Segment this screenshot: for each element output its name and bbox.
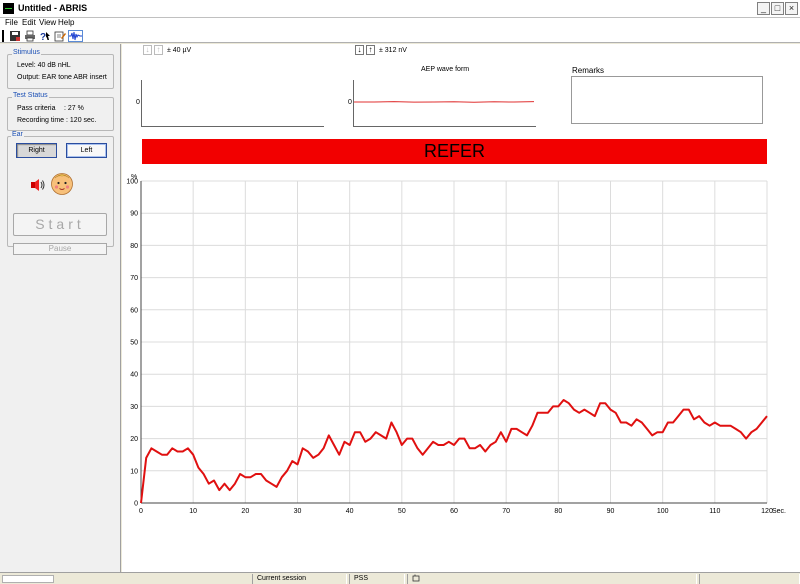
menu-view[interactable]: View bbox=[39, 18, 56, 27]
print-icon[interactable] bbox=[24, 30, 36, 42]
stimulus-group: Stimulus Level: 40 dB nHL Output: EAR to… bbox=[7, 49, 114, 89]
x-tick-label: 0 bbox=[139, 508, 143, 514]
y-tick-label: 60 bbox=[130, 307, 138, 314]
ear-title: Ear bbox=[11, 131, 24, 138]
status-progress bbox=[2, 575, 54, 583]
x-tick-label: 20 bbox=[241, 508, 249, 514]
result-banner: REFER bbox=[142, 139, 767, 164]
y-tick-label: 80 bbox=[130, 243, 138, 250]
x-tick-label: 60 bbox=[450, 508, 458, 514]
scale-up-arrow-left[interactable]: ↑ bbox=[154, 45, 163, 55]
y-tick-label: 70 bbox=[130, 275, 138, 282]
aep-scale: ± 312 nV bbox=[379, 47, 407, 54]
x-axis-label: Sec. bbox=[772, 508, 786, 514]
test-status-group: Test Status Pass criteria : 27 % Recordi… bbox=[7, 92, 114, 131]
save-icon[interactable] bbox=[9, 30, 21, 42]
eeg-axis-y bbox=[141, 80, 142, 127]
scale-down-arrow[interactable]: ↓ bbox=[355, 45, 364, 55]
status-icon bbox=[412, 574, 420, 582]
close-button[interactable]: × bbox=[785, 2, 798, 15]
x-tick-label: 90 bbox=[607, 508, 615, 514]
detection-chart: 0 10 20 30 40 50 60 70 80 90 100 0 10 20 30 40 50 60 70 80 9… bbox=[126, 174, 786, 514]
menu-file[interactable]: File bbox=[5, 18, 18, 27]
stimulus-level: Level: 40 dB nHL bbox=[17, 62, 71, 69]
window-title: Untitled - ABRIS bbox=[18, 3, 88, 13]
remarks-label: Remarks bbox=[572, 66, 605, 75]
test-status-title: Test Status bbox=[12, 92, 49, 99]
pass-criteria-value: : 27 % bbox=[64, 105, 84, 112]
menu-edit[interactable]: Edit bbox=[22, 18, 36, 27]
y-tick-label: 90 bbox=[130, 211, 138, 218]
x-tick-label: 10 bbox=[189, 508, 197, 514]
eeg-axis-x bbox=[141, 126, 324, 127]
title-bar: Untitled - ABRIS _ □ × bbox=[0, 0, 800, 18]
aep-zero-label: 0 bbox=[348, 99, 352, 106]
remarks-input[interactable] bbox=[571, 76, 763, 124]
y-axis-label: % bbox=[131, 174, 137, 181]
y-tick-label: 10 bbox=[130, 468, 138, 475]
x-tick-label: 40 bbox=[346, 508, 354, 514]
y-tick-label: 0 bbox=[134, 501, 138, 508]
stimulus-title: Stimulus bbox=[12, 49, 41, 56]
baby-face-icon bbox=[49, 170, 75, 196]
maximize-button[interactable]: □ bbox=[771, 2, 784, 15]
minimize-button[interactable]: _ bbox=[757, 2, 770, 15]
scale-down-arrow-left[interactable]: ↓ bbox=[143, 45, 152, 55]
y-tick-label: 20 bbox=[130, 436, 138, 443]
eeg-scale: ± 40 µV bbox=[167, 47, 192, 54]
svg-text:?: ? bbox=[40, 32, 46, 42]
menu-bar: File Edit View Help bbox=[0, 18, 800, 29]
toolbar-grip[interactable] bbox=[2, 30, 4, 42]
help-icon[interactable]: ? bbox=[39, 30, 51, 43]
y-tick-label: 30 bbox=[130, 404, 138, 411]
x-tick-label: 30 bbox=[294, 508, 302, 514]
status-cell-extra bbox=[407, 574, 697, 584]
waveform-icon[interactable] bbox=[68, 30, 83, 42]
main-area: ↓ ↑ ± 40 µV 0 ↓ ↑ ± 312 nV AEP wave form… bbox=[122, 44, 800, 572]
x-tick-label: 110 bbox=[709, 508, 720, 514]
scale-up-arrow[interactable]: ↑ bbox=[366, 45, 375, 55]
aep-waveform bbox=[354, 101, 535, 103]
left-panel: Stimulus Level: 40 dB nHL Output: EAR to… bbox=[0, 44, 121, 572]
status-bar: Current session PSS bbox=[0, 572, 800, 584]
x-tick-label: 50 bbox=[398, 508, 406, 514]
app-icon bbox=[3, 3, 14, 14]
status-mode: PSS bbox=[349, 574, 405, 584]
pass-criteria-label: Pass criteria bbox=[17, 105, 56, 112]
x-tick-label: 80 bbox=[554, 508, 562, 514]
x-tick-label: 100 bbox=[657, 508, 669, 514]
status-cell-end bbox=[699, 574, 800, 584]
ear-right-button[interactable]: Right bbox=[16, 143, 57, 158]
stimulus-output: Output: EAR tone ABR insert bbox=[17, 74, 107, 81]
ear-left-button[interactable]: Left bbox=[66, 143, 107, 158]
toolbar: ? bbox=[0, 29, 800, 43]
eeg-zero-label: 0 bbox=[136, 99, 140, 106]
aep-title: AEP wave form bbox=[421, 66, 470, 73]
x-tick-label: 70 bbox=[502, 508, 510, 514]
menu-help[interactable]: Help bbox=[58, 18, 74, 27]
aep-axis-x bbox=[353, 126, 536, 127]
recording-time: Recording time : 120 sec. bbox=[17, 117, 97, 124]
edit-icon[interactable] bbox=[54, 30, 66, 42]
start-button[interactable]: Start bbox=[13, 213, 107, 236]
pause-button[interactable]: Pause bbox=[13, 243, 107, 255]
y-tick-label: 50 bbox=[130, 340, 138, 347]
speaker-icon bbox=[30, 177, 46, 193]
y-tick-label: 40 bbox=[130, 372, 138, 379]
status-session: Current session bbox=[252, 574, 347, 584]
